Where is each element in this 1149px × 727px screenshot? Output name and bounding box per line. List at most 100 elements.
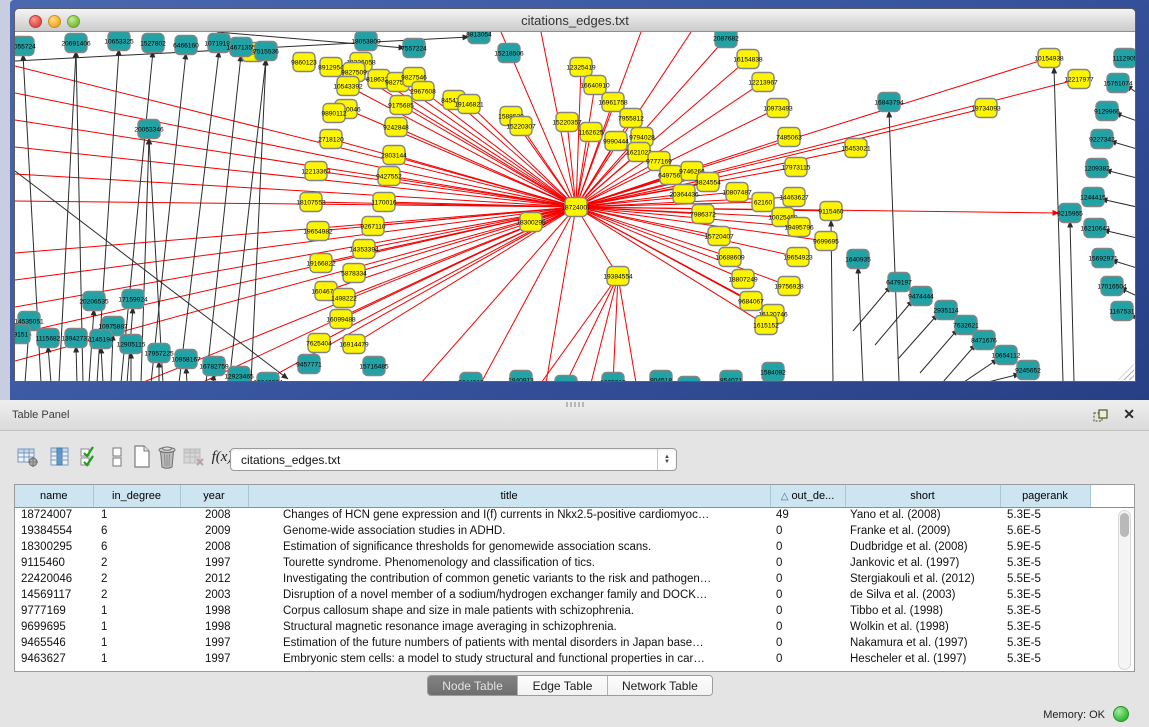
cell-pagerank[interactable]: 5.5E-5 [1000,571,1090,587]
network-node[interactable]: 1209382 [1084,159,1110,178]
edge[interactable] [898,314,938,359]
edge[interactable] [15,207,576,334]
cell-name[interactable]: 14569117 [15,587,93,603]
network-node[interactable]: 12905115 [117,335,146,354]
network-node[interactable]: 15218506 [494,44,524,63]
network-node[interactable]: 904518 [650,371,672,382]
network-node[interactable]: 9245652 [1015,361,1041,380]
cell-name[interactable]: 9115460 [15,555,93,571]
network-node[interactable]: 1115682 [36,329,61,348]
table-options-button[interactable] [14,443,42,471]
network-node[interactable]: 9227342 [1089,130,1115,149]
cell-name[interactable]: 9699695 [15,619,93,635]
column-header-in_degree[interactable]: in_degree [93,485,180,507]
network-node[interactable]: 19654982 [303,222,333,241]
column-header-name[interactable]: name [15,485,93,507]
panel-divider-grip[interactable] [566,402,584,407]
cell-out_degree[interactable]: 0 [770,571,845,587]
edge[interactable] [1101,199,1135,207]
table-row[interactable]: 977716911998Corpus callosum shape and si… [15,603,1135,619]
cell-in_degree[interactable]: 2 [93,571,180,587]
float-panel-button[interactable] [1093,408,1109,423]
cell-out_degree[interactable]: 0 [770,635,845,651]
network-node[interactable]: 39151 [15,325,30,344]
clear-selection-button[interactable] [103,443,131,471]
network-node[interactable]: 4055724 [15,37,36,56]
cell-year[interactable]: 2003 [180,587,248,603]
network-node[interactable]: 14463627 [779,188,809,207]
table-row[interactable]: 911546021997Tourette syndrome. Phenomeno… [15,555,1135,571]
network-node[interactable]: 2967608 [410,82,436,101]
network-node[interactable]: 2935114 [933,301,959,320]
network-node[interactable]: 9890112 [321,104,347,123]
cell-short[interactable]: Stergiakouli et al. (2012) [845,571,1000,587]
network-node[interactable]: 8813054 [466,32,492,44]
edge[interactable] [121,51,153,381]
cell-year[interactable]: 1997 [180,635,248,651]
cell-year[interactable]: 2008 [180,539,248,555]
network-node[interactable]: 9267110 [360,217,386,236]
network-node[interactable]: 20364436 [669,185,699,204]
cell-pagerank[interactable]: 5.3E-5 [1000,603,1090,619]
network-node[interactable]: 1162625 [578,123,604,142]
network-node[interactable]: 1498222 [331,289,357,308]
cell-name[interactable]: 18724007 [15,507,93,523]
scrollbar-thumb[interactable] [1120,513,1129,537]
network-node[interactable]: 12213363 [301,162,331,181]
network-node[interactable]: 12217977 [1064,70,1094,89]
edge[interactable] [576,207,618,276]
network-node[interactable]: 6466160 [173,36,199,55]
edge[interactable] [964,359,998,381]
cell-year[interactable]: 1998 [180,619,248,635]
edge[interactable] [875,300,913,345]
cell-name[interactable]: 22420046 [15,571,93,587]
cell-title[interactable]: Investigating the contribution of common… [248,571,770,587]
edge[interactable] [1054,67,1063,381]
tab-network-table[interactable]: Network Table [608,676,712,695]
network-node[interactable]: 18053809 [351,32,381,51]
edge[interactable] [229,59,266,381]
column-header-out_degree[interactable]: △out_de... [770,485,845,507]
network-node[interactable]: 9427552 [376,167,402,186]
cell-in_degree[interactable]: 2 [93,555,180,571]
tab-edge-table[interactable]: Edge Table [518,676,608,695]
show-columns-button[interactable] [46,443,74,471]
network-node[interactable]: 10154938 [1034,49,1064,68]
network-node[interactable]: 17159924 [118,290,148,309]
cell-out_degree[interactable]: 0 [770,587,845,603]
network-node[interactable]: 10973493 [763,99,793,118]
network-node[interactable]: 10958167 [171,350,201,369]
network-node[interactable]: 19384554 [603,267,633,286]
network-node[interactable]: 18724007 [561,198,591,217]
edge[interactable] [101,347,103,381]
network-node[interactable]: 1244415 [1080,188,1106,207]
network-node[interactable]: 5878334 [341,264,367,283]
network-node[interactable]: 13942737 [61,329,91,348]
edge[interactable] [920,329,958,373]
network-node[interactable]: 12213967 [748,73,778,92]
cell-out_degree[interactable]: 0 [770,555,845,571]
network-node[interactable]: 3824554 [695,173,721,192]
edge[interactable] [889,111,899,381]
network-node[interactable]: 9684067 [738,292,764,311]
edge[interactable] [1070,221,1074,381]
network-node[interactable]: 1640935 [845,250,871,269]
network-node[interactable]: 16843794 [874,93,904,112]
network-node[interactable]: 20691406 [61,34,91,53]
network-node[interactable]: 19756928 [774,277,804,296]
edge[interactable] [179,51,219,381]
cell-pagerank[interactable]: 5.3E-5 [1000,555,1090,571]
network-node[interactable]: 19495796 [784,218,814,237]
edge[interactable] [15,93,576,207]
network-node[interactable]: 15716485 [359,357,389,376]
network-node[interactable]: 9860123 [291,53,317,72]
network-node[interactable]: 16914479 [339,335,369,354]
network-node[interactable]: 10807487 [722,183,752,202]
cell-year[interactable]: 2012 [180,571,248,587]
table-row[interactable]: 1456911722003Disruption of a novel membe… [15,587,1135,603]
cell-pagerank[interactable]: 5.6E-5 [1000,523,1090,539]
network-node[interactable]: 6479197 [886,273,912,292]
cell-pagerank[interactable]: 5.9E-5 [1000,539,1090,555]
edge[interactable] [76,346,77,381]
edge[interactable] [251,59,266,381]
